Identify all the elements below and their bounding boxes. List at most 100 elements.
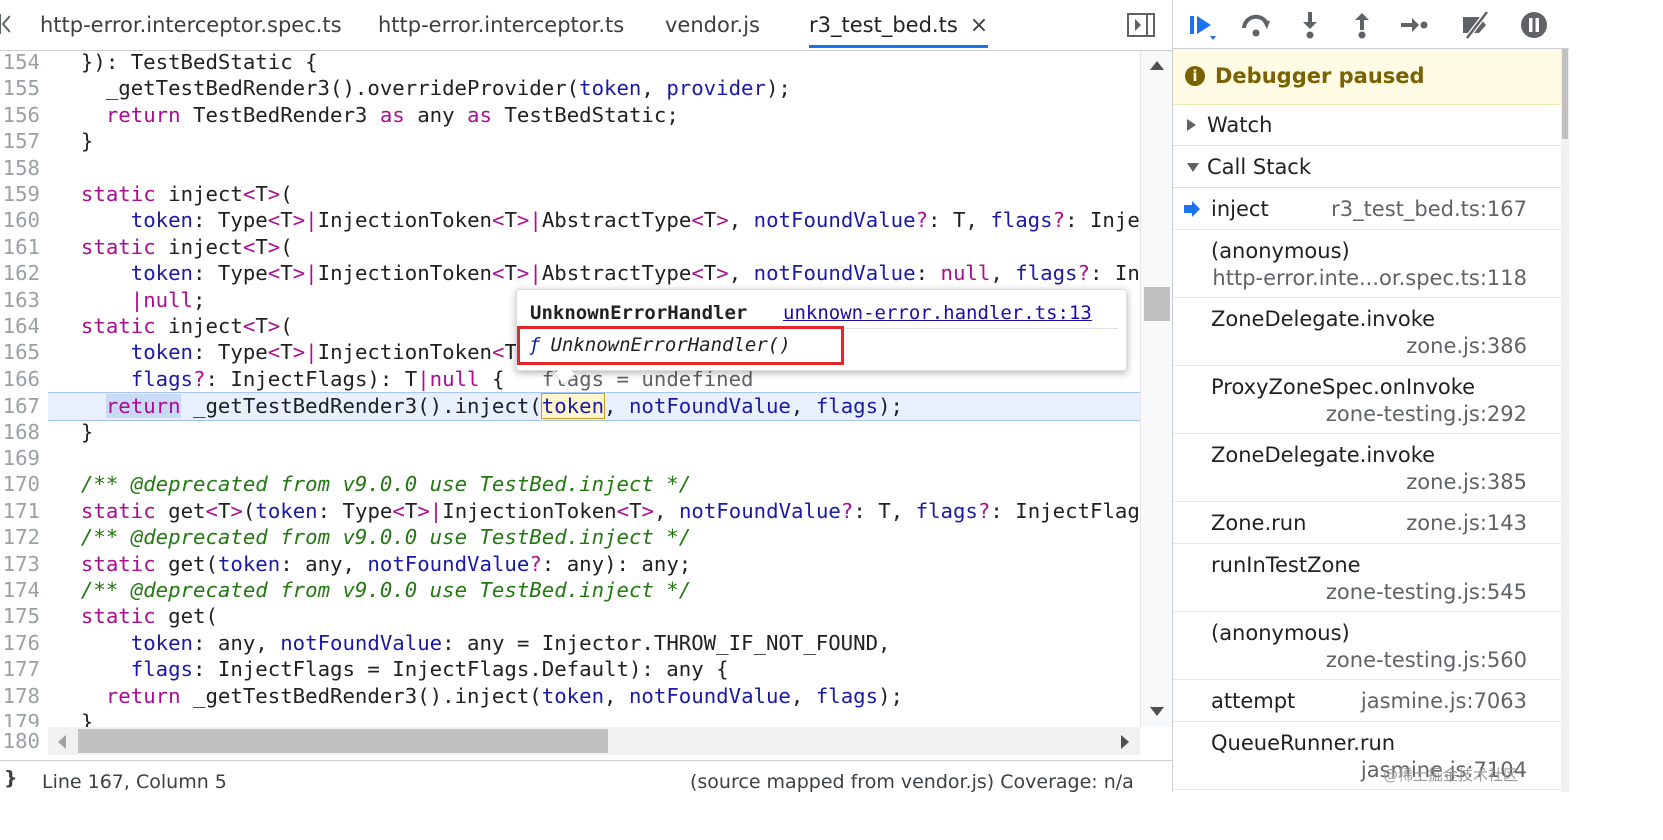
line-number[interactable]: 174 <box>0 577 40 603</box>
line-number[interactable]: 156 <box>0 102 40 128</box>
tab-http-error-interceptor[interactable]: http-error.interceptor.ts <box>378 0 624 48</box>
frame-location[interactable]: r3_test_bed.ts:167 <box>1331 197 1527 221</box>
frame-location[interactable]: zone-testing.js:292 <box>1326 402 1527 426</box>
deactivate-breakpoints-icon[interactable] <box>1459 8 1493 42</box>
line-number[interactable]: 168 <box>0 419 40 445</box>
line-number[interactable]: 165 <box>0 339 40 365</box>
frame-location[interactable]: zone.js:143 <box>1406 511 1527 535</box>
scrollbar-thumb[interactable] <box>1562 49 1568 139</box>
resume-icon[interactable] <box>1185 8 1219 42</box>
call-frame[interactable]: ZoneDelegate.invoke zone.js:386 <box>1173 298 1561 366</box>
code-line[interactable]: 172 /** @deprecated from v9.0.0 use Test… <box>0 524 1140 550</box>
line-number[interactable]: 170 <box>0 471 40 497</box>
line-number[interactable]: 160 <box>0 207 40 233</box>
popover-function-value[interactable]: ƒ UnknownErrorHandler() <box>529 334 791 356</box>
scroll-down-icon[interactable] <box>1150 707 1164 716</box>
call-frame[interactable]: (anonymous) http-error.inte...or.spec.ts:… <box>1173 230 1561 298</box>
scroll-left-icon[interactable] <box>58 735 66 749</box>
line-number[interactable]: 155 <box>0 75 40 101</box>
code-line[interactable]: 155 _getTestBedRender3().overrideProvide… <box>0 75 1140 101</box>
line-number[interactable]: 171 <box>0 498 40 524</box>
scroll-up-icon[interactable] <box>1150 61 1164 70</box>
line-number[interactable]: 159 <box>0 181 40 207</box>
code-area[interactable]: 154 }): TestBedStatic {155 _getTestBedRe… <box>0 51 1140 727</box>
watch-section-header[interactable]: Watch <box>1173 105 1561 146</box>
current-execution-line[interactable]: 167 return _getTestBedRender3().inject(t… <box>3 392 1140 421</box>
frame-location[interactable]: zone.js:386 <box>1406 334 1527 358</box>
code-line[interactable]: 179 } <box>0 709 1140 727</box>
sidebar-scrollbar[interactable] <box>1561 49 1569 792</box>
line-number[interactable]: 162 <box>0 260 40 286</box>
code-token: ); <box>878 683 904 708</box>
close-tab-icon[interactable]: × <box>970 13 988 38</box>
code-line[interactable]: 178 return _getTestBedRender3().inject(t… <box>0 683 1140 709</box>
code-line[interactable]: 169 <box>0 445 1140 471</box>
line-number[interactable]: 166 <box>0 366 40 392</box>
tab-r3-test-bed[interactable]: r3_test_bed.ts × <box>809 0 989 48</box>
call-frame[interactable]: inject r3_test_bed.ts:167 <box>1173 188 1561 230</box>
code-line[interactable]: 177 flags: InjectFlags = InjectFlags.Def… <box>0 656 1140 682</box>
call-frame[interactable]: runInTestZone zone-testing.js:545 <box>1173 544 1561 612</box>
scrollbar-thumb[interactable] <box>78 729 608 753</box>
line-number[interactable]: 173 <box>0 551 40 577</box>
line-number[interactable]: 176 <box>0 630 40 656</box>
line-number[interactable]: 163 <box>0 287 40 313</box>
hovered-token[interactable]: token <box>540 393 606 420</box>
source-map-info[interactable]: (source mapped from vendor.js) Coverage:… <box>690 771 1134 793</box>
source-location-link[interactable]: unknown-error.handler.ts:13 <box>783 302 1092 324</box>
code-line[interactable]: 173 static get(token: any, notFoundValue… <box>0 551 1140 577</box>
code-line[interactable]: 171 static get<T>(token: Type<T>|Injecti… <box>0 498 1140 524</box>
scroll-right-icon[interactable] <box>1121 735 1129 749</box>
code-line[interactable]: 170 /** @deprecated from v9.0.0 use Test… <box>0 471 1140 497</box>
call-frame[interactable]: Zone.run zone.js:143 <box>1173 502 1561 544</box>
scroll-tabs-left-icon[interactable] <box>0 12 10 36</box>
code-line[interactable]: 157 } <box>0 128 1140 154</box>
step-into-icon[interactable] <box>1293 8 1327 42</box>
pretty-print-icon[interactable]: } <box>4 767 18 789</box>
code-line[interactable]: 161 static inject<T>( <box>0 234 1140 260</box>
code-line[interactable]: 176 token: any, notFoundValue: any = Inj… <box>0 630 1140 656</box>
horizontal-scrollbar[interactable] <box>48 727 1140 755</box>
line-number[interactable]: 172 <box>0 524 40 550</box>
tab-http-error-interceptor-spec[interactable]: http-error.interceptor.spec.ts <box>40 0 342 48</box>
call-frame[interactable]: attempt jasmine.js:7063 <box>1173 680 1561 722</box>
line-number[interactable]: 179 <box>0 709 40 727</box>
frame-location[interactable]: zone-testing.js:545 <box>1326 580 1527 604</box>
frame-location[interactable]: zone.js:385 <box>1406 470 1527 494</box>
code-line[interactable]: 160 token: Type<T>|InjectionToken<T>|Abs… <box>0 207 1140 233</box>
call-stack-section-header[interactable]: Call Stack <box>1173 147 1561 188</box>
pause-on-exceptions-icon[interactable] <box>1517 8 1551 42</box>
line-number[interactable]: 157 <box>0 128 40 154</box>
code-line[interactable]: 154 }): TestBedStatic { <box>0 51 1140 75</box>
line-number[interactable]: 161 <box>0 234 40 260</box>
call-frame[interactable]: ZoneDelegate.invoke zone.js:385 <box>1173 434 1561 502</box>
line-number[interactable]: 178 <box>0 683 40 709</box>
line-number[interactable]: 164 <box>0 313 40 339</box>
code-line[interactable]: 175 static get( <box>0 603 1140 629</box>
line-number[interactable]: 169 <box>0 445 40 471</box>
tab-vendor-js[interactable]: vendor.js <box>665 0 760 48</box>
frame-location[interactable]: jasmine.js:7063 <box>1361 689 1527 713</box>
code-line[interactable]: 162 token: Type<T>|InjectionToken<T>|Abs… <box>0 260 1140 286</box>
line-number[interactable]: 158 <box>0 155 40 181</box>
step-icon[interactable] <box>1397 8 1431 42</box>
scrollbar-thumb[interactable] <box>1144 287 1170 321</box>
frame-location[interactable]: zone-testing.js:560 <box>1326 648 1527 672</box>
call-frame[interactable]: ProxyZoneSpec.onInvoke zone-testing.js:29… <box>1173 366 1561 434</box>
line-number[interactable]: 177 <box>0 656 40 682</box>
step-over-icon[interactable] <box>1239 8 1273 42</box>
line-number[interactable]: 167 <box>0 393 40 419</box>
code-token: : InjectFlags): T <box>205 366 418 391</box>
vertical-scrollbar[interactable] <box>1140 51 1173 727</box>
line-number[interactable]: 175 <box>0 603 40 629</box>
code-line[interactable]: 156 return TestBedRender3 as any as Test… <box>0 102 1140 128</box>
line-number[interactable]: 154 <box>0 51 40 75</box>
step-out-icon[interactable] <box>1345 8 1379 42</box>
code-line[interactable]: 158 <box>0 155 1140 181</box>
code-line[interactable]: 168 } <box>0 419 1140 445</box>
toggle-debugger-sidebar-icon[interactable] <box>1126 12 1156 38</box>
code-line[interactable]: 159 static inject<T>( <box>0 181 1140 207</box>
frame-location[interactable]: http-error.inte...or.spec.ts:118 <box>1212 266 1527 290</box>
call-frame[interactable]: (anonymous) zone-testing.js:560 <box>1173 612 1561 680</box>
code-line[interactable]: 174 /** @deprecated from v9.0.0 use Test… <box>0 577 1140 603</box>
